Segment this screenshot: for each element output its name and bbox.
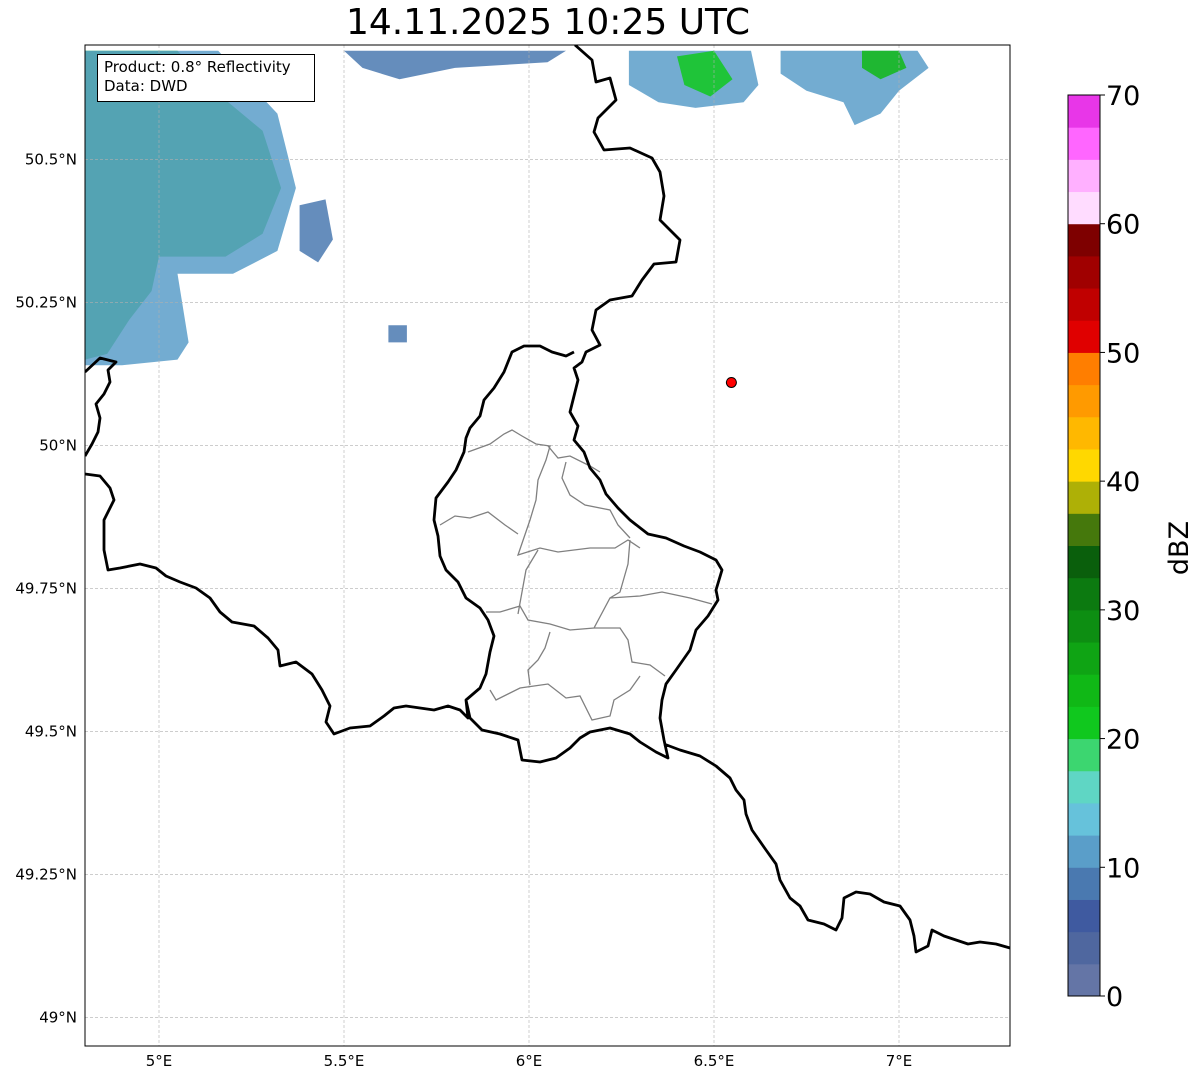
colorbar-segment xyxy=(1068,609,1100,643)
lat-tick-label: 50°N xyxy=(39,436,77,454)
colorbar-tick-label: 20 xyxy=(1106,725,1140,756)
colorbar-tick-label: 60 xyxy=(1106,210,1140,241)
colorbar-segment xyxy=(1068,384,1100,418)
colorbar-tick-label: 50 xyxy=(1106,338,1140,369)
colorbar-tick-label: 40 xyxy=(1106,467,1140,498)
colorbar-segment xyxy=(1068,545,1100,579)
colorbar-segment xyxy=(1068,738,1100,772)
colorbar-segment xyxy=(1068,931,1100,965)
lon-tick-label: 6.5°E xyxy=(694,1052,735,1070)
colorbar-segment xyxy=(1068,95,1100,128)
colorbar-segment xyxy=(1068,191,1100,225)
colorbar-segment xyxy=(1068,867,1100,900)
colorbar-segment xyxy=(1068,320,1100,353)
colorbar-segment xyxy=(1068,288,1100,321)
lat-tick-label: 49.75°N xyxy=(15,579,77,597)
radar-map: 5°E 5.5°E 6°E 6.5°E 7°E 49°N 49.25°N 49.5°N 49.7… xyxy=(15,44,1195,1070)
colorbar-unit-label: dBZ xyxy=(1164,521,1195,575)
data-source-label: Data: DWD xyxy=(104,77,188,95)
radar-echo-small-cell-b xyxy=(388,325,407,343)
lat-tick-label: 49°N xyxy=(39,1008,77,1026)
radar-echo-small-cell-a xyxy=(299,199,333,263)
lat-tick-label: 50.25°N xyxy=(15,293,77,311)
colorbar-segment xyxy=(1068,255,1100,289)
lat-tick-label: 50.5°N xyxy=(25,150,77,168)
lon-tick-label: 5°E xyxy=(146,1052,173,1070)
lon-tick-label: 5.5°E xyxy=(324,1052,365,1070)
lon-tick-label: 6°E xyxy=(516,1052,543,1070)
colorbar-segment xyxy=(1068,159,1100,193)
product-label: Product: 0.8° Reflectivity xyxy=(104,58,291,76)
colorbar-segment xyxy=(1068,577,1100,611)
colorbar-segment xyxy=(1068,706,1100,740)
lat-tick-label: 49.5°N xyxy=(25,722,77,740)
colorbar-segment xyxy=(1068,963,1100,997)
colorbar-segment xyxy=(1068,223,1100,257)
radar-site-marker[interactable] xyxy=(725,376,737,388)
product-info-box: Product: 0.8° Reflectivity Data: DWD xyxy=(97,54,315,102)
colorbar-tick-label: 70 xyxy=(1106,81,1140,112)
colorbar-segment xyxy=(1068,481,1100,514)
colorbar-tick-label: 0 xyxy=(1106,982,1123,1013)
colorbar-segment xyxy=(1068,802,1100,836)
colorbar-tick-label: 30 xyxy=(1106,596,1140,627)
colorbar-tick-label: 10 xyxy=(1106,853,1140,884)
colorbar: 0 10 20 30 40 50 60 70 dBZ xyxy=(1067,81,1195,1013)
colorbar-segment xyxy=(1068,770,1100,804)
colorbar-segment xyxy=(1068,352,1100,386)
colorbar-segment xyxy=(1068,416,1100,450)
colorbar-segment xyxy=(1068,899,1100,933)
lon-tick-label: 7°E xyxy=(886,1052,913,1070)
colorbar-segment xyxy=(1068,513,1100,546)
colorbar-segment xyxy=(1068,127,1100,160)
colorbar-segment xyxy=(1068,835,1100,868)
lat-tick-label: 49.25°N xyxy=(15,865,77,883)
radar-echo-north-east-cell-b xyxy=(780,50,929,126)
radar-echo-north-strip xyxy=(344,50,566,80)
colorbar-segment xyxy=(1068,642,1100,675)
colorbar-segment xyxy=(1068,448,1100,482)
colorbar-segment xyxy=(1068,674,1100,707)
